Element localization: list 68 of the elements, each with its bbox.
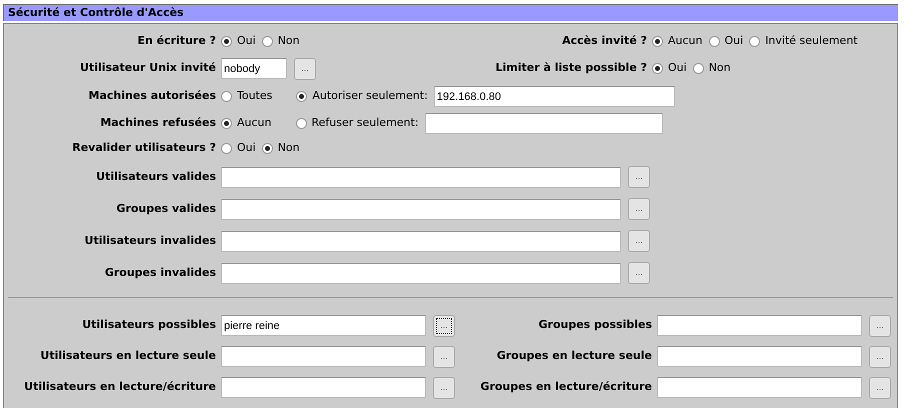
radio-button[interactable] [296, 91, 308, 102]
radio-button[interactable] [221, 36, 232, 46]
radio-label[interactable]: Invité seulement [765, 32, 858, 50]
text-field[interactable] [221, 230, 621, 252]
field-label: Groupes en lecture seule [496, 348, 652, 364]
text-field[interactable]: 192.168.0.80 [434, 86, 675, 107]
radio-button[interactable] [221, 142, 232, 154]
radio-label[interactable]: Toutes [237, 88, 272, 105]
text-field[interactable] [657, 377, 862, 398]
text-field[interactable]: nobody [221, 58, 287, 79]
text-field[interactable] [221, 346, 426, 367]
browse-button[interactable]: ... [294, 58, 316, 80]
field-label: En écriture ? [136, 32, 216, 49]
browse-button[interactable]: ... [628, 166, 650, 188]
field-label: Utilisateurs possibles [81, 317, 216, 334]
browse-button[interactable]: ... [433, 314, 455, 336]
radio-button[interactable] [708, 36, 720, 46]
field-label: Limiter à liste possible ? [494, 60, 647, 76]
text-field[interactable] [221, 377, 426, 398]
radio-label[interactable]: Non [278, 140, 300, 156]
field-label: Utilisateurs valides [95, 168, 216, 185]
text-field[interactable]: pierre reine [221, 315, 426, 336]
radio-label[interactable]: Non [278, 32, 300, 50]
browse-button[interactable]: ... [869, 376, 891, 398]
field-label: Groupes valides [115, 200, 216, 217]
radio-label[interactable]: Oui [668, 60, 687, 77]
browse-button[interactable]: ... [869, 314, 891, 336]
text-field[interactable] [657, 346, 862, 367]
radio-button[interactable] [749, 36, 760, 46]
browse-button[interactable]: ... [869, 346, 891, 368]
radio-label[interactable]: Autoriser seulement: [312, 88, 428, 105]
radio-label[interactable]: Oui [724, 32, 744, 50]
text-field[interactable] [221, 262, 621, 284]
field-label: Accès invité ? [561, 32, 647, 49]
field-label: Utilisateur Unix invité [79, 60, 216, 76]
radio-label[interactable]: Refuser seulement: [312, 115, 419, 132]
radio-button[interactable] [262, 36, 273, 46]
text-field[interactable] [424, 113, 663, 134]
text-field[interactable] [657, 315, 862, 336]
radio-button[interactable] [262, 142, 273, 154]
field-label: Utilisateurs en lecture seule [39, 348, 216, 364]
field-label: Groupes possibles [537, 317, 652, 334]
radio-button[interactable] [652, 63, 663, 74]
field-label: Groupes invalides [104, 264, 216, 281]
field-label: Machines refusées [99, 115, 216, 132]
radio-label[interactable]: Aucun [668, 32, 702, 50]
radio-button[interactable] [692, 63, 704, 74]
field-label: Revalider utilisateurs ? [71, 140, 216, 156]
field-label: Machines autorisées [88, 88, 216, 104]
section-title: Sécurité et Contrôle d'Accès [3, 4, 898, 21]
browse-button[interactable]: ... [433, 376, 455, 398]
radio-button[interactable] [221, 118, 232, 129]
browse-button[interactable]: ... [628, 230, 650, 252]
browse-button[interactable]: ... [433, 346, 455, 368]
text-field[interactable] [221, 198, 621, 220]
browse-button[interactable]: ... [628, 198, 650, 220]
radio-button[interactable] [221, 91, 232, 102]
radio-button[interactable] [652, 36, 663, 46]
browse-button[interactable]: ... [628, 262, 650, 284]
radio-button[interactable] [296, 118, 306, 129]
radio-label[interactable]: Non [708, 60, 731, 77]
field-label: Utilisateurs en lecture/écriture [23, 379, 216, 396]
text-field[interactable] [221, 166, 621, 188]
field-label: Groupes en lecture/écriture [479, 379, 652, 396]
radio-label[interactable]: Oui [237, 140, 256, 156]
radio-label[interactable]: Aucun [237, 115, 272, 132]
radio-label[interactable]: Oui [237, 32, 256, 50]
field-label: Utilisateurs invalides [84, 232, 216, 249]
